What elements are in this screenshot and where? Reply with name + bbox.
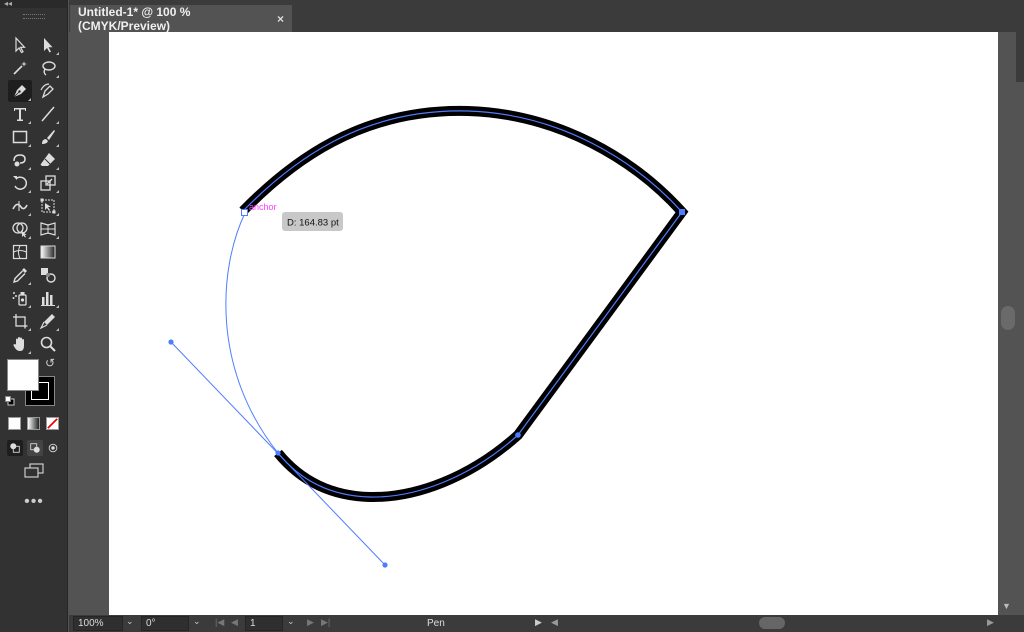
previous-artboard-icon[interactable]: ◀: [231, 617, 238, 628]
scroll-left-arrow-icon[interactable]: ◀: [551, 617, 558, 628]
anchor-point-smooth[interactable]: [515, 432, 521, 438]
distance-tooltip-text: D: 164.83 pt: [287, 218, 339, 229]
direction-handle-point[interactable]: [168, 339, 174, 345]
artwork-canvas[interactable]: anchor D: 164.83 pt: [0, 0, 1024, 632]
direction-handle-point[interactable]: [382, 562, 388, 568]
scroll-right-arrow-icon[interactable]: ▶: [987, 617, 994, 628]
next-artboard-icon[interactable]: ▶: [307, 617, 314, 628]
anchor-point-start[interactable]: [241, 209, 248, 216]
anchor-point-corner[interactable]: [679, 209, 685, 215]
current-tool-label: Pen: [427, 618, 445, 629]
status-bar: 100% ⌄ 0° ⌄ |◀ ◀ 1 ⌄ ▶ ▶| Pen ▶ ◀ ▶: [69, 615, 1024, 632]
zoom-level-field[interactable]: 100%: [73, 616, 123, 631]
last-artboard-icon[interactable]: ▶|: [321, 617, 330, 628]
status-menu-icon[interactable]: ▶: [535, 617, 542, 628]
horizontal-scroll-thumb[interactable]: [759, 617, 785, 629]
zoom-dropdown-icon[interactable]: ⌄: [126, 616, 134, 627]
artboard-dropdown-icon[interactable]: ⌄: [287, 616, 295, 627]
vertical-scroll-thumb[interactable]: [1001, 306, 1015, 330]
rotation-field[interactable]: 0°: [141, 616, 189, 631]
first-artboard-icon[interactable]: |◀: [215, 617, 224, 628]
pen-preview-curve: [225, 212, 279, 454]
smart-guide-anchor-label: anchor: [249, 202, 277, 212]
artboard-number-field[interactable]: 1: [245, 616, 283, 631]
stroked-path[interactable]: [239, 105, 689, 503]
distance-tooltip: D: 164.83 pt: [282, 212, 343, 231]
panel-dock-edge: [1016, 32, 1024, 82]
anchor-point-end[interactable]: [275, 450, 281, 456]
rotation-dropdown-icon[interactable]: ⌄: [193, 616, 201, 627]
scroll-down-arrow-icon[interactable]: ▼: [1002, 601, 1011, 611]
